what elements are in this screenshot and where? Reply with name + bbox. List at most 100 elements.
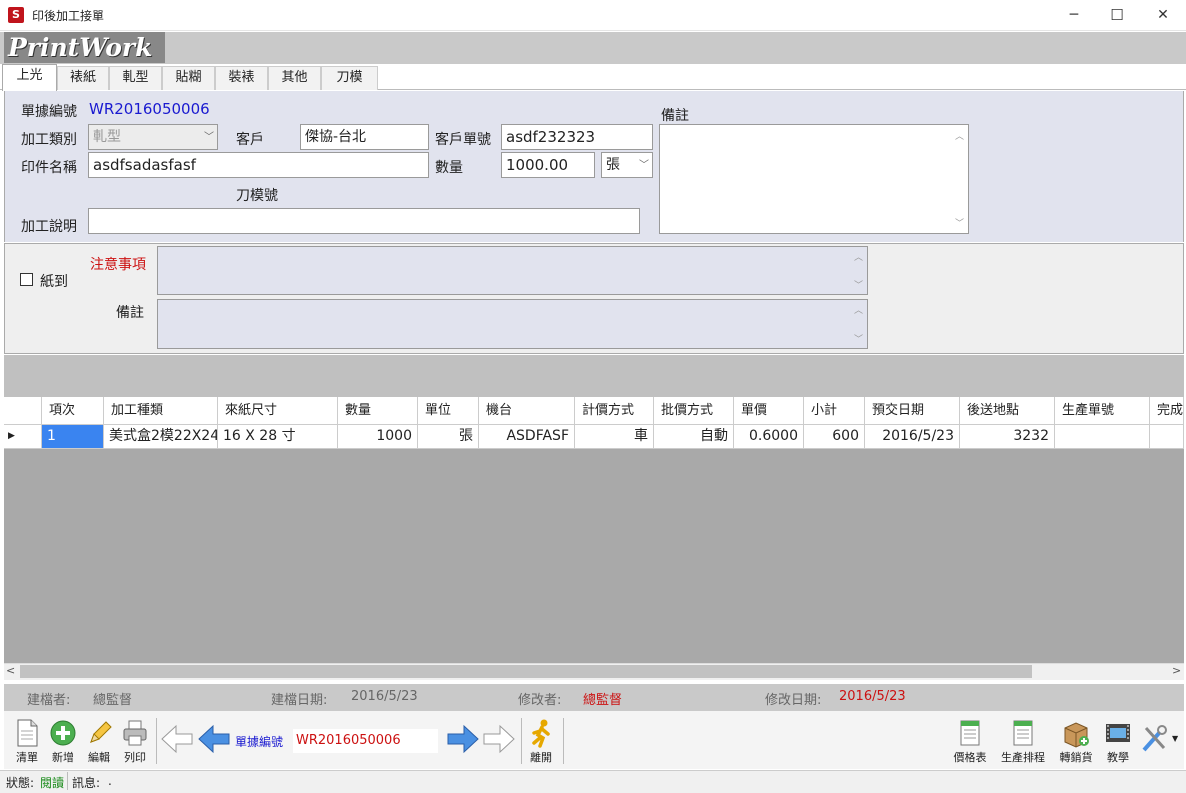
table-row-cell-pricing[interactable]: 車 [575,425,654,449]
proc-type-select[interactable]: 軋型 ﹀ [88,124,218,150]
table-row-cell-type[interactable]: 美式盒2模22X24 [104,425,218,449]
col-header-unit-price[interactable]: 單價 [734,397,804,425]
table-row-cell-batch-pricing[interactable]: 自動 [654,425,734,449]
pencil-icon [90,721,112,743]
table-row-cell-subtotal[interactable]: 600 [804,425,865,449]
prev-arrow-gray-icon[interactable] [160,722,194,756]
row-selector-icon[interactable]: ▶ [4,425,42,449]
tools-dropdown-button[interactable]: ▼ [1140,722,1180,758]
chevron-down-icon: ﹀ [639,160,649,171]
printwork-logo: PrintWork [4,32,165,63]
prev-arrow-icon[interactable] [197,722,231,756]
item-name-field[interactable]: asdfsadasfasf [88,152,429,178]
status-divider [67,772,68,790]
cust-order-field[interactable]: asdf232323 [501,124,653,150]
schedule-button[interactable]: 生產排程 [995,716,1051,766]
spreadsheet-icon [960,720,980,746]
col-header-qty[interactable]: 數量 [338,397,418,425]
qty-field[interactable]: 1000.00 [501,152,595,178]
col-header-unit[interactable]: 單位 [418,397,479,425]
modified-date-value: 2016/5/23 [839,689,906,704]
status-value: 閱讀 [40,776,65,790]
scroll-up-icon[interactable]: ︿ [854,250,863,263]
tab-binding[interactable]: 裝裱 [215,66,268,90]
notes-remark-textarea[interactable]: ︿ ﹀ [157,299,868,349]
toolbar-separator [563,718,564,764]
transfer-sales-button[interactable]: 轉銷貨 [1054,716,1098,766]
remark-textarea[interactable]: ︿ ﹀ [659,124,969,234]
item-name-label: 印件名稱 [21,160,77,176]
maximize-button[interactable]: ☐ [1094,0,1140,31]
close-button[interactable]: ✕ [1140,0,1186,31]
scroll-up-icon[interactable]: ︿ [854,303,863,316]
col-header-batch-pricing[interactable]: 批價方式 [654,397,734,425]
col-header-size[interactable]: 來紙尺寸 [218,397,338,425]
col-header-machine[interactable]: 機台 [479,397,575,425]
table-row-cell-ship-to[interactable]: 3232 [960,425,1055,449]
tutorial-button[interactable]: 教學 [1096,716,1140,766]
tab-gluing[interactable]: 貼糊 [162,66,215,90]
tab-mounting[interactable]: 裱紙 [57,66,109,90]
paper-arrived-label: 紙到 [40,274,68,290]
film-icon [1106,724,1130,742]
cust-order-label: 客戶單號 [435,132,491,148]
col-header-type[interactable]: 加工種類 [104,397,218,425]
scroll-down-icon[interactable]: ﹀ [854,278,863,291]
scroll-left-icon[interactable]: < [6,664,15,677]
col-header-done[interactable]: 完成 [1150,397,1184,425]
document-icon [17,719,38,747]
transfer-label: 轉銷貨 [1059,751,1093,764]
tab-die-cutting[interactable]: 軋型 [109,66,162,90]
table-row-cell-item[interactable]: 1 [42,425,104,449]
running-man-icon [532,719,550,748]
qty-label: 數量 [435,160,463,176]
customer-field[interactable]: 傑協-台北 [300,124,429,150]
table-row-cell-size[interactable]: 16 X 28 寸 [218,425,338,449]
table-row-cell-done[interactable] [1150,425,1184,449]
chevron-down-icon: ▼ [1172,734,1179,743]
next-arrow-icon[interactable] [446,722,480,756]
col-header-due-date[interactable]: 預交日期 [865,397,960,425]
unit-select[interactable]: 張 ﹀ [601,152,653,178]
table-row-cell-unit[interactable]: 張 [418,425,479,449]
table-row-cell-machine[interactable]: ASDFASF [479,425,575,449]
scroll-up-icon[interactable]: ︿ [955,129,964,142]
price-table-button[interactable]: 價格表 [948,716,992,766]
scroll-down-icon[interactable]: ﹀ [854,332,863,345]
col-header-pricing[interactable]: 計價方式 [575,397,654,425]
minimize-button[interactable]: ─ [1051,0,1097,31]
table-row-cell-due-date[interactable]: 2016/5/23 [865,425,960,449]
remark-scrollbar[interactable]: ︿ ﹀ [951,125,968,233]
remark-label: 備註 [661,108,689,124]
grid-corner [4,397,42,425]
tab-die[interactable]: 刀模 [321,66,378,90]
printer-icon [123,720,147,746]
scrollbar-thumb[interactable] [20,665,1032,678]
scroll-down-icon[interactable]: ﹀ [955,216,964,229]
teach-label: 教學 [1107,751,1129,764]
tab-other[interactable]: 其他 [268,66,321,90]
desc-field[interactable] [88,208,640,234]
doc-no-label: 單據編號 [21,104,77,120]
schedule-icon [1013,720,1033,746]
scroll-right-icon[interactable]: > [1172,664,1181,677]
toolbar-doc-field[interactable]: WR2016050006 [293,729,438,753]
logo-band [0,32,1186,64]
tab-glazing[interactable]: 上光 [2,64,57,91]
col-header-prod-no[interactable]: 生產單號 [1055,397,1150,425]
next-arrow-gray-icon[interactable] [482,722,516,756]
table-row-cell-prod-no[interactable] [1055,425,1150,449]
table-row-cell-unit-price[interactable]: 0.6000 [734,425,804,449]
col-header-ship-to[interactable]: 後送地點 [960,397,1055,425]
exit-button[interactable]: 離開 [519,716,563,766]
col-header-item[interactable]: 項次 [42,397,104,425]
modifier-label: 修改者: [518,693,562,708]
print-button[interactable]: 列印 [113,716,157,766]
table-row-cell-qty[interactable]: 1000 [338,425,418,449]
grid-caption-band [4,355,1184,397]
attention-scrollbar[interactable]: ︿ ﹀ [850,247,867,294]
attention-textarea[interactable]: ︿ ﹀ [157,246,868,295]
paper-arrived-checkbox[interactable] [20,273,33,286]
notes-remark-scrollbar[interactable]: ︿ ﹀ [850,300,867,348]
col-header-subtotal[interactable]: 小計 [804,397,865,425]
